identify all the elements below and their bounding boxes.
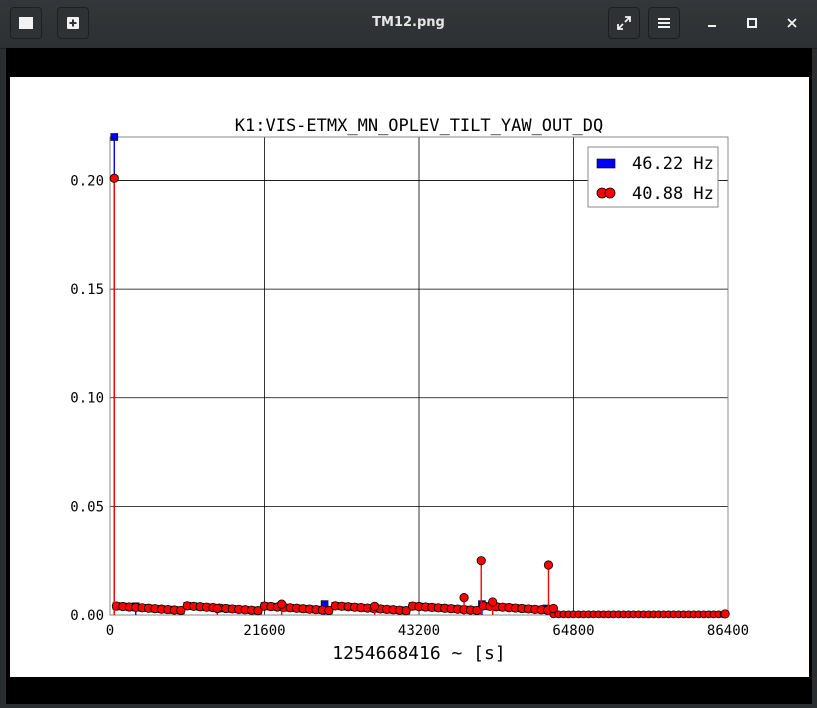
close-button[interactable] — [781, 12, 803, 34]
minimize-button[interactable] — [701, 12, 723, 34]
data-point — [212, 603, 222, 614]
y-tick-label: 0.05 — [70, 499, 104, 515]
new-window-icon — [67, 17, 79, 29]
y-tick-label: 0.20 — [70, 173, 104, 189]
series-1 — [110, 133, 552, 615]
legend-marker — [604, 187, 616, 199]
chart-title: K1:VIS-ETMX_MN_OPLEV_TILT_YAW_OUT_DQ — [235, 116, 603, 136]
x-tick-label: 0 — [106, 623, 114, 639]
data-point — [720, 609, 730, 619]
fullscreen-icon — [617, 16, 631, 30]
y-tick-label: 0.15 — [70, 282, 104, 298]
window-title: TM12.png — [372, 15, 445, 30]
chart: 0 21600 43200 64800 86400 0.00 0.05 0.10 0.15 0.2… — [70, 116, 749, 664]
data-point — [110, 133, 119, 141]
title-bar: TM12.png — [0, 0, 817, 49]
legend-marker — [596, 158, 616, 169]
data-point — [277, 599, 287, 609]
x-axis-label: 1254668416 ~ [s] — [332, 643, 505, 664]
axis-ticks: 0 21600 43200 64800 86400 0.00 0.05 0.10 0.15 0.2… — [70, 173, 749, 639]
image-menu-button[interactable] — [10, 7, 42, 39]
legend-label: 40.88 Hz — [632, 184, 714, 204]
x-tick-label: 86400 — [707, 623, 749, 639]
new-window-button[interactable] — [57, 7, 89, 39]
menu-button[interactable] — [648, 7, 680, 39]
y-tick-label: 0.00 — [70, 608, 104, 624]
x-tick-label: 21600 — [243, 623, 285, 639]
data-point — [548, 603, 559, 614]
x-tick-label: 64800 — [552, 623, 594, 639]
chart-grid — [109, 137, 728, 616]
data-point — [109, 173, 119, 183]
hamburger-menu-icon — [658, 18, 670, 28]
close-icon — [787, 18, 797, 28]
image-icon — [19, 17, 33, 29]
maximize-icon — [747, 18, 757, 28]
data-point — [476, 556, 486, 566]
maximize-button[interactable] — [741, 12, 763, 34]
series-2 — [109, 173, 730, 619]
data-point — [543, 560, 554, 570]
data-point — [459, 593, 469, 603]
legend-label: 46.22 Hz — [632, 154, 714, 174]
x-tick-label: 43200 — [398, 623, 440, 639]
y-tick-label: 0.10 — [70, 391, 104, 407]
data-point — [370, 601, 380, 611]
chart-legend: 46.22 Hz 40.88 Hz — [587, 146, 719, 208]
minimize-icon — [708, 25, 716, 27]
displayed-image: 0 21600 43200 64800 86400 0.00 0.05 0.10 0.15 0.2… — [10, 77, 809, 677]
fullscreen-button[interactable] — [608, 7, 640, 39]
data-point — [488, 597, 498, 607]
